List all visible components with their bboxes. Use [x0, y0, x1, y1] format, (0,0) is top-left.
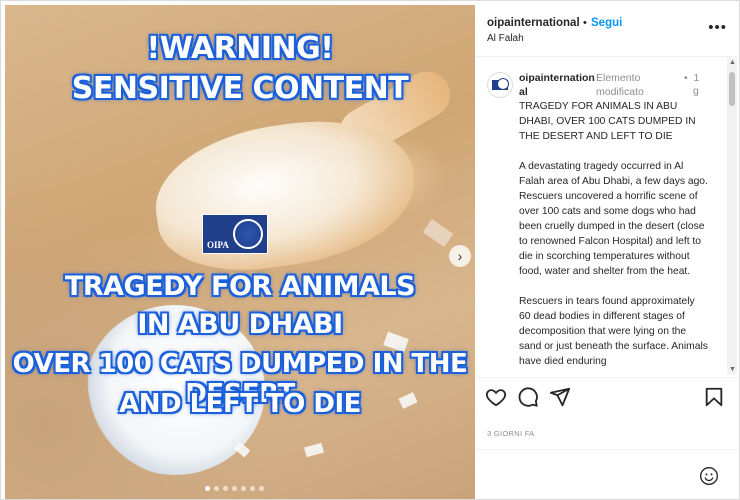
post-header: oipainternational • Segui Al Falah •••	[475, 5, 737, 57]
warning-subtitle: SENSITIVE CONTENT	[71, 71, 409, 106]
globe-icon	[497, 78, 509, 90]
instagram-post-window: !WARNING! SENSITIVE CONTENT OIPA TRAGEDY…	[0, 0, 740, 500]
headline-line-1: TRAGEDY FOR ANIMALS	[64, 271, 416, 302]
header-separator: •	[583, 17, 587, 29]
carousel-dot[interactable]	[214, 486, 219, 491]
carousel-dot[interactable]	[259, 486, 264, 491]
post-image[interactable]: !WARNING! SENSITIVE CONTENT OIPA TRAGEDY…	[5, 5, 475, 499]
globe-icon	[233, 219, 263, 249]
bookmark-icon[interactable]	[703, 386, 725, 408]
caption-time: • 1	[684, 71, 699, 85]
shard	[233, 441, 251, 458]
shard	[304, 442, 324, 458]
time-separator: •	[684, 72, 688, 84]
post-side-panel: oipainternational • Segui Al Falah ••• o…	[475, 5, 737, 499]
more-horizontal-icon[interactable]: •••	[708, 19, 727, 36]
emoji-icon[interactable]	[699, 466, 719, 486]
caption-paragraph: TRAGEDY FOR ANIMALS IN ABU DHABI, OVER 1…	[519, 101, 696, 142]
caption-username[interactable]: oipainternational	[519, 71, 597, 99]
carousel-dot[interactable]	[241, 486, 246, 491]
edited-label: Elemento modificato	[596, 72, 644, 98]
caption-paragraph: A devastating tragedy occurred in Al Fal…	[519, 161, 708, 277]
headline-line-2: IN ABU DHABI	[137, 309, 343, 340]
cat-shape	[146, 107, 424, 283]
scroll-up-icon[interactable]: ▲	[729, 59, 736, 66]
carousel-dots	[205, 486, 264, 491]
carousel-dot[interactable]	[223, 486, 228, 491]
avatar[interactable]	[487, 72, 513, 98]
posted-ago[interactable]: 3 GIORNI FA	[487, 429, 534, 438]
warning-title: !WARNING!	[146, 31, 334, 66]
caption-paragraph: Rescuers in tears found approximately 60…	[519, 296, 708, 367]
scroll-down-icon[interactable]: ▼	[729, 366, 736, 373]
comment-bar[interactable]	[475, 449, 737, 499]
oipa-logo: OIPA	[202, 214, 268, 254]
send-icon[interactable]	[549, 386, 571, 408]
header-username[interactable]: oipainternational	[487, 17, 580, 29]
carousel-dot[interactable]	[250, 486, 255, 491]
scrollbar[interactable]: ▲ ▼	[727, 58, 737, 374]
follow-button[interactable]: Segui	[591, 17, 622, 29]
scroll-thumb[interactable]	[729, 72, 735, 106]
heart-icon[interactable]	[485, 386, 507, 408]
chevron-right-icon[interactable]: ›	[449, 245, 471, 267]
comment-icon[interactable]	[517, 386, 539, 408]
carousel-dot[interactable]	[232, 486, 237, 491]
caption-text: TRAGEDY FOR ANIMALS IN ABU DHABI, OVER 1…	[519, 99, 709, 374]
headline-line-4: AND LEFT TO DIE	[119, 389, 361, 419]
time-unit: g	[693, 85, 699, 97]
caption-scroll-area[interactable]: oipainternational Elemento modificato • …	[475, 58, 737, 374]
carousel-dot[interactable]	[205, 486, 210, 491]
shard	[422, 218, 454, 248]
logo-text: OIPA	[207, 240, 229, 250]
action-bar	[475, 377, 737, 417]
location-link[interactable]: Al Falah	[487, 33, 524, 44]
time-value: 1	[693, 72, 700, 84]
